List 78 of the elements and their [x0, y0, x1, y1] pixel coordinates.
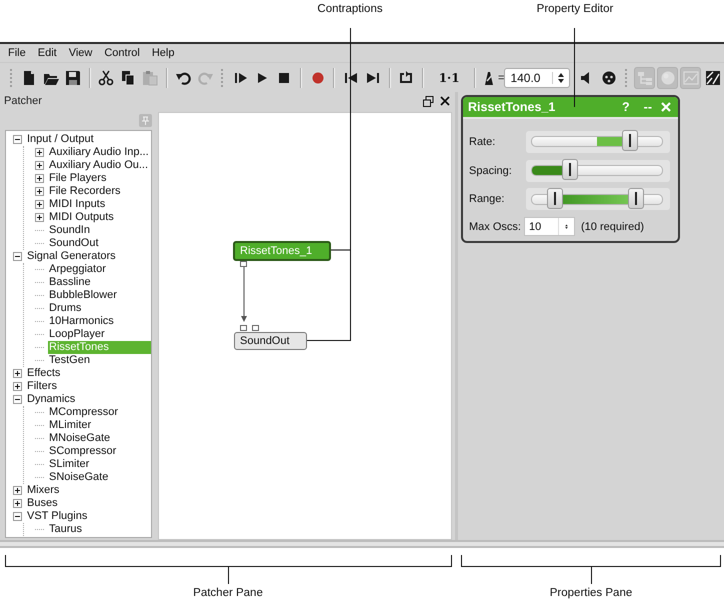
field-label: Range: — [469, 193, 506, 205]
slider-thumb[interactable] — [547, 188, 564, 208]
float-icon[interactable] — [423, 96, 434, 106]
pane-title: Patcher — [4, 95, 43, 107]
patch-node[interactable]: SoundOut — [234, 332, 307, 350]
menu-item[interactable]: View — [62, 47, 98, 59]
callout-label: Contraptions — [317, 3, 383, 15]
tempo-field[interactable]: 140.0 — [504, 68, 570, 88]
menu-item[interactable]: Help — [146, 47, 180, 59]
tree-item[interactable]: SNoiseGate — [48, 471, 151, 484]
tree-item[interactable]: 10Harmonics — [48, 315, 151, 328]
menu-item[interactable]: File — [2, 47, 32, 59]
expand-icon[interactable] — [35, 174, 44, 183]
field-note: (10 required) — [581, 220, 644, 232]
menu-item[interactable]: Control — [98, 47, 146, 59]
expand-icon[interactable] — [35, 200, 44, 209]
expand-icon[interactable] — [13, 499, 22, 508]
collapse-icon[interactable] — [13, 512, 22, 521]
equals-label: = — [498, 72, 504, 84]
tree-item[interactable]: MIDI Inputs — [48, 198, 151, 211]
callout-label: Properties Pane — [550, 587, 632, 599]
menu-item[interactable]: Edit — [32, 47, 63, 59]
tree-item[interactable]: SoundIn — [48, 224, 151, 237]
tree-item[interactable]: Input / Output — [26, 133, 151, 146]
tree-item[interactable]: Effects — [26, 367, 151, 380]
slider[interactable] — [526, 130, 670, 152]
tree-item[interactable]: SCompressor — [48, 445, 151, 458]
tree-item[interactable]: BubbleBlower — [48, 289, 151, 302]
tree-item[interactable]: Arpeggiator — [48, 263, 151, 276]
field-label: Rate: — [469, 136, 496, 148]
number-field[interactable]: 10 — [524, 217, 575, 236]
tree-item[interactable]: SLimiter — [48, 458, 151, 471]
tree-item[interactable]: File Recorders — [48, 185, 151, 198]
tree-item[interactable]: Dynamics — [26, 393, 151, 406]
tree-item[interactable]: Auxiliary Audio Ou... — [48, 159, 151, 172]
field-label: Spacing: — [469, 164, 513, 176]
tree-item[interactable]: MIDI Outputs — [48, 211, 151, 224]
slider[interactable] — [526, 188, 670, 210]
slider-thumb[interactable] — [622, 130, 638, 151]
callout-label: Property Editor — [536, 3, 614, 15]
field-value: 10 — [529, 220, 542, 232]
tree-item[interactable]: MCompressor — [48, 406, 151, 419]
expand-icon[interactable] — [35, 187, 44, 196]
expand-icon[interactable] — [13, 486, 22, 495]
tree-item[interactable]: VST Plugins — [26, 510, 151, 523]
expand-icon[interactable] — [35, 213, 44, 222]
tempo-value: 140.0 — [510, 70, 540, 84]
tree-item[interactable]: SoundOut — [48, 237, 151, 250]
tree-item[interactable]: LoopPlayer — [48, 328, 151, 341]
tree-item[interactable]: Mixers — [26, 484, 151, 497]
callout-label: Patcher Pane — [193, 587, 263, 599]
field-label: Max Oscs: — [469, 220, 522, 232]
collapse-icon[interactable] — [13, 395, 22, 404]
expand-icon[interactable] — [35, 161, 44, 170]
tree-item[interactable]: Bassline — [48, 276, 151, 289]
slider-thumb[interactable] — [562, 159, 578, 180]
tree-item[interactable]: File Players — [48, 172, 151, 185]
tree-item[interactable]: Taurus — [48, 523, 151, 536]
metronome-button[interactable]: = — [480, 66, 504, 88]
tree-item[interactable]: Buses — [26, 497, 151, 510]
tree-item[interactable]: Signal Generators — [26, 250, 151, 263]
close-icon[interactable] — [440, 96, 450, 106]
panel-title: RissetTones_1 — [468, 100, 556, 114]
tree-item[interactable]: MNoiseGate — [48, 432, 151, 445]
tree-item[interactable]: Drums — [48, 302, 151, 315]
tree-item[interactable]: MLimiter — [48, 419, 151, 432]
expand-icon[interactable] — [13, 369, 22, 378]
tree-item[interactable]: Filters — [26, 380, 151, 393]
collapse-icon[interactable] — [13, 135, 22, 144]
position-display: 1·1 — [438, 70, 461, 84]
expand-icon[interactable] — [13, 382, 22, 391]
slider[interactable] — [526, 160, 670, 182]
tree-item[interactable]: Auxiliary Audio Inp... — [48, 146, 151, 159]
slider-thumb[interactable] — [628, 188, 644, 208]
output-port[interactable] — [240, 261, 247, 267]
expand-icon[interactable] — [35, 148, 44, 157]
tree-item[interactable]: TestGen — [48, 354, 151, 367]
collapse-icon[interactable] — [13, 252, 22, 261]
